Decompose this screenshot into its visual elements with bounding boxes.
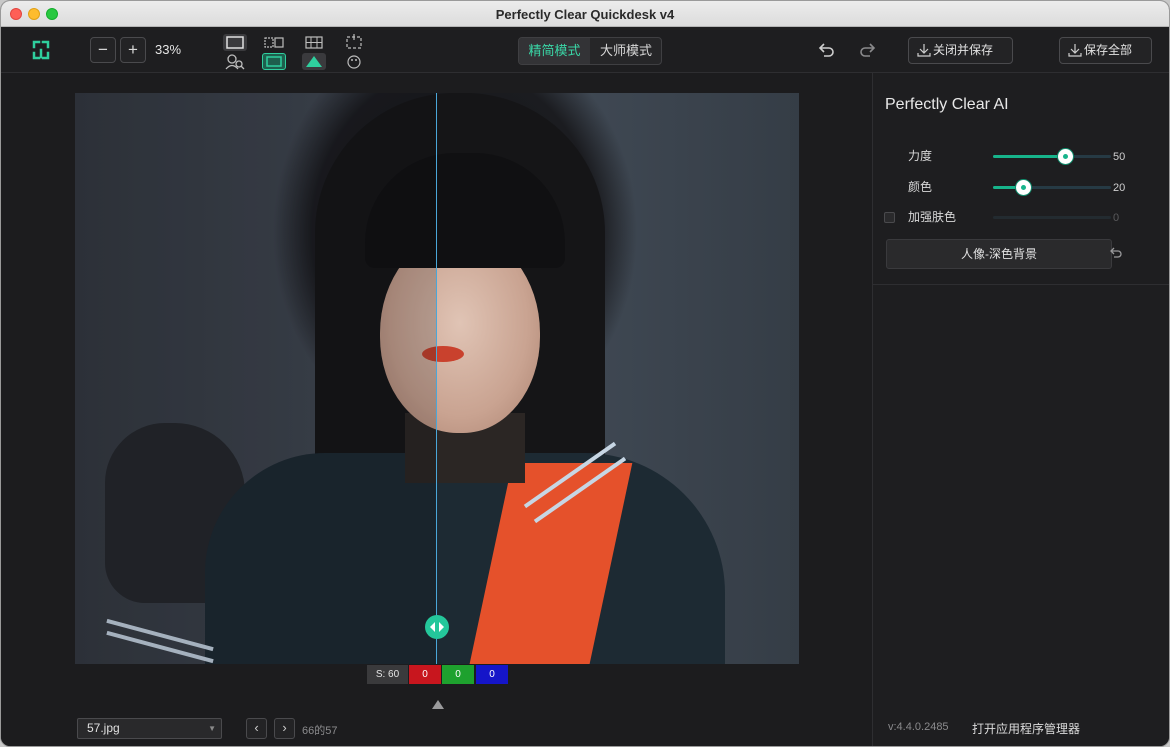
toolbar: − + 33% 精简模式 大师模式 关闭并保存 保存全部 <box>1 27 1169 73</box>
frame-icon[interactable] <box>262 53 286 70</box>
photo-before-overlay <box>75 93 437 664</box>
color-label: 颜色 <box>908 180 933 194</box>
file-select-value: 57.jpg <box>87 721 120 735</box>
mode-toggle: 精简模式 大师模式 <box>518 37 662 65</box>
download-icon <box>1068 44 1082 57</box>
close-and-save-button[interactable]: 关闭并保存 <box>908 37 1013 64</box>
pixel-saturation: S: 60 <box>367 665 408 684</box>
color-slider[interactable] <box>993 180 1111 195</box>
chevron-down-icon: ▼ <box>208 724 216 733</box>
pixel-green: 0 <box>442 665 474 684</box>
strength-slider[interactable] <box>993 149 1111 164</box>
enhance-skin-label: 加强肤色 <box>908 210 957 224</box>
image-counter: 66的57 <box>302 725 338 737</box>
close-and-save-label: 关闭并保存 <box>933 43 994 57</box>
next-image-button[interactable]: › <box>274 718 295 739</box>
undo-icon[interactable] <box>816 40 836 60</box>
crop-icon[interactable] <box>342 34 366 51</box>
split-handle-icon[interactable] <box>425 615 449 639</box>
strength-slider-fill <box>993 155 1065 158</box>
save-all-button[interactable]: 保存全部 <box>1059 37 1152 64</box>
strength-value: 50 <box>1113 151 1126 163</box>
compare-view-icon[interactable] <box>262 34 286 51</box>
filmstrip-toggle-icon[interactable] <box>432 700 444 709</box>
app-logo-icon <box>32 40 50 60</box>
zoom-out-button[interactable]: − <box>90 37 116 63</box>
right-panel: Perfectly Clear AI 力度 50 颜色 20 加强肤色 0 人像… <box>872 73 1169 746</box>
photo-preview[interactable] <box>75 93 799 664</box>
enhance-skin-value: 0 <box>1113 212 1120 224</box>
panel-divider <box>873 284 1169 285</box>
color-value: 20 <box>1113 182 1126 194</box>
enhance-skin-checkbox[interactable] <box>884 212 895 223</box>
color-slider-handle[interactable] <box>1015 180 1031 195</box>
redo-icon[interactable] <box>858 40 878 60</box>
pixel-blue: 0 <box>476 665 508 684</box>
strength-slider-handle[interactable] <box>1057 149 1073 164</box>
save-all-label: 保存全部 <box>1084 43 1133 57</box>
zoom-level: 33% <box>155 42 182 57</box>
paint-icon[interactable] <box>342 53 366 70</box>
panel-title: Perfectly Clear AI <box>885 96 1009 113</box>
previous-image-button[interactable]: ‹ <box>246 718 267 739</box>
grid-view-icon[interactable] <box>302 34 326 51</box>
face-search-icon[interactable] <box>223 53 247 70</box>
zoom-in-button[interactable]: + <box>120 37 146 63</box>
reset-icon[interactable] <box>1109 246 1123 260</box>
triangle-icon[interactable] <box>302 53 326 70</box>
mode-master-tab[interactable]: 大师模式 <box>590 38 661 64</box>
app-window: Perfectly Clear Quickdesk v4 − + 33% 精简模… <box>0 0 1170 747</box>
mode-simple-tab[interactable]: 精简模式 <box>519 38 590 64</box>
file-select[interactable]: 57.jpg ▼ <box>77 718 222 739</box>
strength-label: 力度 <box>908 149 933 163</box>
open-app-manager-link[interactable]: 打开应用程序管理器 <box>972 720 1080 737</box>
preset-button[interactable]: 人像-深色背景 <box>886 239 1112 269</box>
enhance-skin-slider <box>993 216 1111 219</box>
single-view-icon[interactable] <box>223 34 247 51</box>
version-label: v:4.4.0.2485 <box>888 721 949 733</box>
pixel-red: 0 <box>409 665 441 684</box>
download-icon <box>917 44 931 57</box>
window-title: Perfectly Clear Quickdesk v4 <box>495 7 675 22</box>
title-bar: Perfectly Clear Quickdesk v4 <box>1 1 1169 27</box>
compare-split-line[interactable] <box>436 93 437 664</box>
